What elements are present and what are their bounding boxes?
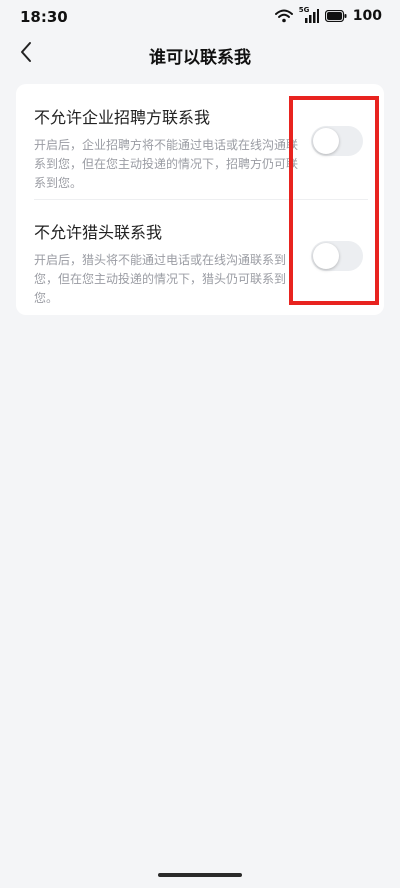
home-indicator[interactable] [158, 873, 242, 877]
status-time: 18:30 [20, 8, 68, 26]
status-bar: 18:30 5G 100 [0, 0, 400, 34]
page-title: 谁可以联系我 [149, 48, 251, 68]
highlight-annotation-box [289, 96, 379, 305]
wifi-icon [274, 9, 293, 23]
setting-description: 开启后，猎头将不能通过电话或在线沟通联系到您，但在您主动投递的情况下，猎头仍可联… [34, 253, 287, 305]
setting-description: 开启后，企业招聘方将不能通过电话或在线沟通联系到您，但在您主动投递的情况下，招聘… [34, 138, 299, 190]
battery-icon [324, 10, 347, 22]
network-type-label: 5G [298, 6, 310, 14]
nav-bar: 谁可以联系我 [0, 34, 400, 74]
cellular-signal-icon: 5G [298, 6, 319, 23]
battery-level: 100 [352, 8, 382, 24]
status-icons: 5G 100 [274, 6, 382, 24]
